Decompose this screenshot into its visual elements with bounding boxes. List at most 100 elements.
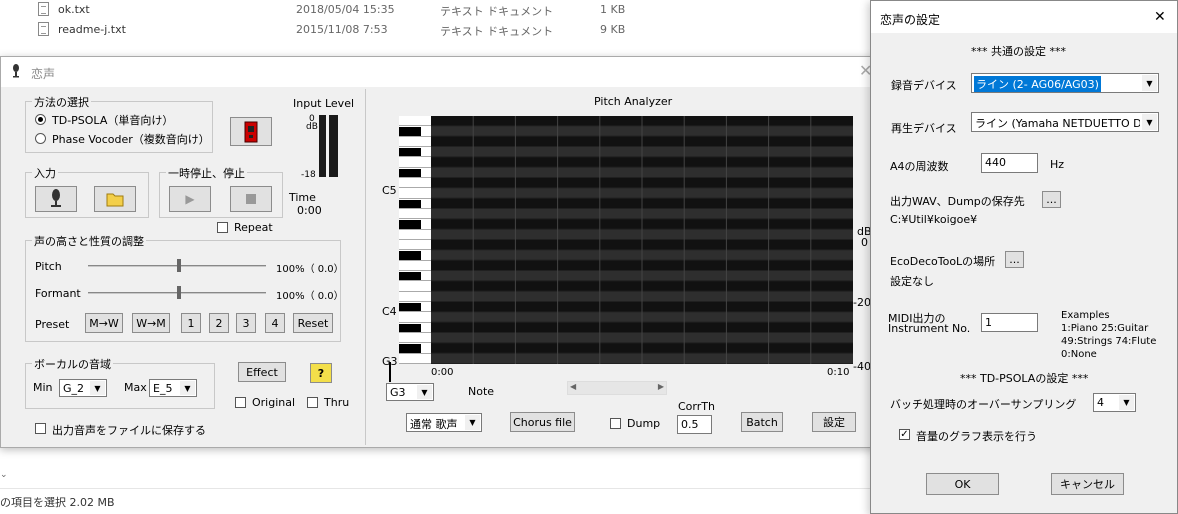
time-scrollbar[interactable]: ◀ ▶ [567, 381, 667, 395]
device-icon [244, 121, 258, 142]
piano-white-key [399, 240, 431, 251]
device-button[interactable] [230, 117, 272, 146]
formant-value: 100%（ 0.0） [276, 291, 344, 302]
psola-radio[interactable] [35, 114, 46, 125]
formant-label: Formant [35, 287, 81, 300]
eco-value: 設定なし [890, 275, 934, 288]
repeat-checkbox[interactable] [217, 222, 228, 233]
preset-3-button[interactable]: 3 [236, 313, 256, 333]
midi-input[interactable]: 1 [981, 313, 1038, 332]
max-note-select[interactable]: E_5 ▼ [149, 379, 197, 397]
input-group-label: 入力 [32, 165, 58, 181]
oversample-select[interactable]: 4 ▼ [1093, 393, 1136, 412]
piano-black-key [399, 220, 421, 229]
preset-m-to-w-button[interactable]: M→W [85, 313, 123, 333]
formant-slider-thumb[interactable] [177, 286, 181, 299]
chevron-down-icon: ▼ [1142, 75, 1157, 91]
note-c4-label: C4 [382, 305, 397, 318]
corrth-input[interactable]: 0.5 [677, 415, 712, 434]
time-end-label: 0:10 [827, 367, 850, 378]
microphone-icon [13, 64, 19, 78]
scroll-left-icon[interactable]: ◀ [570, 382, 576, 391]
play-device-select[interactable]: ライン (Yamaha NETDUETTO Driver ▼ [971, 112, 1159, 132]
min-label: Min [33, 381, 53, 394]
a4-unit: Hz [1050, 158, 1065, 171]
status-text: の項目を選択 2.02 MB [0, 496, 115, 509]
note-c5-label: C5 [382, 184, 397, 197]
open-folder-button[interactable] [94, 186, 136, 212]
db-0-label: 0 [861, 236, 868, 249]
db-20-label: -20 [853, 296, 871, 309]
preset-1-button[interactable]: 1 [181, 313, 201, 333]
rec-device-select[interactable]: ライン (2- AG06/AG03) ▼ [971, 73, 1159, 93]
adjust-group: 声の高さと性質の調整 Pitch 100%（ 0.0） Formant 100%… [25, 233, 344, 342]
eco-label: EcoDecoTooLの場所 [890, 255, 996, 268]
close-icon[interactable]: ✕ [1154, 9, 1166, 25]
mode-select[interactable]: 通常 歌声 ▼ [406, 413, 482, 432]
note-select-value: G3 [390, 386, 406, 399]
piano-black-key [399, 168, 421, 177]
a4-input[interactable]: 440 [981, 153, 1038, 173]
piano-black-key [399, 251, 421, 260]
note-select[interactable]: G3 ▼ [386, 383, 434, 401]
psola-label: TD-PSOLA（単音向け） [52, 114, 174, 127]
effect-button[interactable]: Effect [238, 362, 286, 382]
a4-label: A4の周波数 [890, 160, 949, 173]
graph-checkbox[interactable]: ✓ [899, 429, 910, 440]
chevron-down-icon: ▼ [465, 415, 480, 430]
piano-black-key [399, 323, 421, 332]
preset-w-to-m-button[interactable]: W→M [132, 313, 170, 333]
level-bottom: -18 [301, 170, 316, 180]
pitch-value: 100%（ 0.0） [276, 264, 344, 275]
preset-4-button[interactable]: 4 [265, 313, 285, 333]
file-date: 2015/11/08 7:53 [296, 23, 388, 36]
main-titlebar: 恋声 ✕ [1, 57, 877, 87]
text-file-icon [38, 2, 49, 16]
pitch-label: Pitch [35, 260, 62, 273]
mic-button[interactable] [35, 186, 77, 212]
note-cursor [389, 362, 391, 382]
play-button[interactable]: ▶ [169, 186, 211, 212]
midi-label-2: Instrument No. [888, 322, 971, 335]
time-value: 0:00 [297, 204, 322, 217]
browse-save-button[interactable]: ... [1042, 191, 1061, 208]
piano-black-key [399, 148, 421, 157]
file-row[interactable]: readme-j.txt 2015/11/08 7:53 テキスト ドキュメント… [0, 20, 870, 40]
dump-checkbox[interactable] [610, 418, 621, 429]
note-label: Note [468, 385, 495, 398]
stop-button[interactable] [230, 186, 272, 212]
method-group: 方法の選択 TD-PSOLA（単音向け） Phase Vocoder（複数音向け… [25, 94, 213, 153]
examples-line-3: 0:None [1061, 349, 1097, 360]
examples-line-2: 49:Strings 74:Flute [1061, 336, 1157, 347]
min-note-select[interactable]: G_2 ▼ [59, 379, 107, 397]
scroll-right-icon[interactable]: ▶ [658, 382, 664, 391]
adjust-group-label: 声の高さと性質の調整 [32, 233, 146, 249]
settings-titlebar: 恋声の設定 ✕ [871, 1, 1177, 33]
chevron-down-icon: ▼ [90, 381, 105, 395]
preset-reset-button[interactable]: Reset [293, 313, 333, 333]
scroll-down-arrow-icon[interactable]: ⌄ [0, 470, 8, 480]
vocoder-label: Phase Vocoder（複数音向け） [52, 133, 210, 146]
file-row[interactable]: ok.txt 2018/05/04 15:35 テキスト ドキュメント 1 KB [0, 0, 870, 20]
cancel-button[interactable]: キャンセル [1051, 473, 1124, 495]
pitch-slider-thumb[interactable] [177, 259, 181, 272]
settings-button[interactable]: 設定 [812, 412, 856, 432]
help-button[interactable]: ? [310, 363, 332, 383]
oversample-label: バッチ処理時のオーバーサンプリング [890, 398, 1077, 411]
examples-line-1: 1:Piano 25:Guitar [1061, 323, 1149, 334]
chorus-file-button[interactable]: Chorus file [510, 412, 575, 432]
save-output-checkbox[interactable] [35, 423, 46, 434]
original-checkbox[interactable] [235, 397, 246, 408]
browse-eco-button[interactable]: ... [1005, 251, 1024, 268]
vocoder-radio[interactable] [35, 133, 46, 144]
corrth-label: CorrTh [678, 400, 715, 413]
thru-label: Thru [324, 396, 350, 409]
min-note-value: G_2 [63, 382, 85, 395]
ok-button[interactable]: OK [926, 473, 999, 495]
save-output-label: 出力音声をファイルに保存する [52, 424, 206, 437]
preset-2-button[interactable]: 2 [209, 313, 229, 333]
batch-button[interactable]: Batch [741, 412, 783, 432]
thru-checkbox[interactable] [307, 397, 318, 408]
text-file-icon [38, 22, 49, 36]
file-size: 1 KB [600, 3, 626, 16]
